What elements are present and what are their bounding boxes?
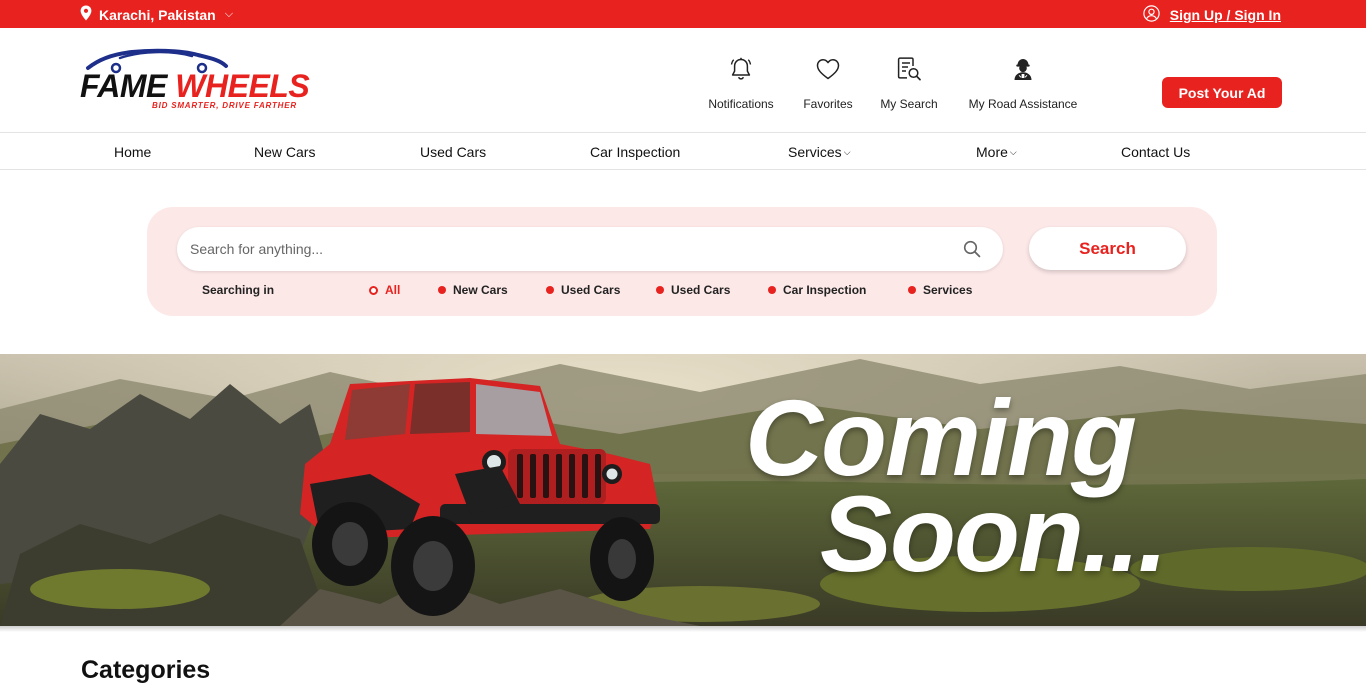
radio-selected-icon xyxy=(369,285,378,295)
chevron-down-icon: ⌵ xyxy=(843,146,851,157)
bell-icon xyxy=(728,56,754,82)
coming-soon-text: Coming Soon... xyxy=(745,384,1168,594)
logo-wordmark: FAME WHEELS xyxy=(80,68,310,104)
searching-in-label: Searching in xyxy=(202,283,275,297)
road-assistance-label: My Road Assistance xyxy=(968,97,1078,111)
nav-item-label: Used Cars xyxy=(420,144,487,160)
scope-option-used-cars[interactable]: Used Cars xyxy=(546,283,620,297)
search-button[interactable]: Search xyxy=(1029,227,1186,270)
user-circle-icon xyxy=(1143,5,1160,25)
radio-dot-icon xyxy=(438,286,446,294)
favorites-label: Favorites xyxy=(803,97,853,111)
nav-item-services[interactable]: Services ⌵ xyxy=(788,144,851,160)
fame-wheels-logo[interactable]: FAME WHEELS BID SMARTER, DRIVE FARTHER xyxy=(80,46,332,116)
radio-dot-icon xyxy=(908,286,916,294)
chevron-down-icon: ⌵ xyxy=(1009,146,1017,157)
post-your-ad-button[interactable]: Post Your Ad xyxy=(1162,77,1282,108)
nav-item-car-inspection[interactable]: Car Inspection xyxy=(590,144,680,160)
nav-item-label: New Cars xyxy=(254,144,316,160)
scope-option-label: All xyxy=(385,283,401,297)
nav-item-contact-us[interactable]: Contact Us xyxy=(1121,144,1190,160)
nav-item-label: Car Inspection xyxy=(590,144,681,160)
favorites-button[interactable]: Favorites xyxy=(802,56,854,111)
banner-shadow-divider xyxy=(0,626,1366,632)
radio-dot-icon xyxy=(546,286,554,294)
heart-icon xyxy=(815,56,841,82)
nav-item-label: Contact Us xyxy=(1121,144,1191,160)
my-search-label: My Search xyxy=(880,97,938,111)
scope-option-label: Services xyxy=(923,283,973,297)
logo-word-wheels: WHEELS xyxy=(175,68,310,104)
scope-option-used-cars-2[interactable]: Used Cars xyxy=(656,283,730,297)
nav-item-more[interactable]: More ⌵ xyxy=(976,144,1017,160)
location-label: Karachi, Pakistan xyxy=(99,6,216,23)
radio-dot-icon xyxy=(656,286,664,294)
header-actions: Notifications Favorites My Search My Roa… xyxy=(705,56,1080,111)
nav-item-label: Home xyxy=(114,144,152,160)
scope-option-car-inspection[interactable]: Car Inspection xyxy=(768,283,866,297)
nav-item-home[interactable]: Home xyxy=(114,144,151,160)
road-assistance-button[interactable]: My Road Assistance xyxy=(966,56,1080,111)
main-nav: Home New Cars Used Cars Car Inspection S… xyxy=(0,134,1366,170)
auth-area: Sign Up / Sign In xyxy=(1143,5,1281,25)
top-bar: Karachi, Pakistan ⌵ Sign Up / Sign In xyxy=(0,0,1366,28)
sign-up-sign-in-link[interactable]: Sign Up / Sign In xyxy=(1170,7,1281,23)
scope-option-label: Car Inspection xyxy=(783,283,867,297)
chevron-down-icon: ⌵ xyxy=(224,8,234,20)
scope-option-label: Used Cars xyxy=(671,283,731,297)
saved-search-icon xyxy=(896,56,922,82)
scope-option-new-cars[interactable]: New Cars xyxy=(438,283,508,297)
logo-tagline: BID SMARTER, DRIVE FARTHER xyxy=(152,101,297,110)
location-selector[interactable]: Karachi, Pakistan ⌵ xyxy=(80,5,233,24)
logo-word-fame: FAME xyxy=(80,68,167,104)
scope-option-all[interactable]: All xyxy=(369,283,400,297)
search-scope-filters: Searching in All New Cars Used Cars Used… xyxy=(147,283,1217,299)
scope-option-label: New Cars xyxy=(453,283,508,297)
radio-dot-icon xyxy=(768,286,776,294)
my-search-button[interactable]: My Search xyxy=(879,56,939,111)
notifications-button[interactable]: Notifications xyxy=(705,56,777,111)
nav-item-new-cars[interactable]: New Cars xyxy=(254,144,315,160)
notifications-label: Notifications xyxy=(708,97,774,111)
search-input[interactable] xyxy=(177,227,957,271)
site-header: FAME WHEELS BID SMARTER, DRIVE FARTHER N… xyxy=(0,28,1366,133)
search-box xyxy=(177,227,1003,271)
soon-line: Soon... xyxy=(820,473,1168,594)
scope-option-label: Used Cars xyxy=(561,283,621,297)
mechanic-icon xyxy=(1010,56,1036,82)
map-pin-icon xyxy=(80,5,92,24)
nav-item-used-cars[interactable]: Used Cars xyxy=(420,144,486,160)
nav-item-label: More xyxy=(976,144,1008,160)
categories-heading: Categories xyxy=(81,656,211,684)
search-icon[interactable] xyxy=(963,240,981,263)
scope-option-services[interactable]: Services xyxy=(908,283,972,297)
search-panel: Search Searching in All New Cars Used Ca… xyxy=(147,207,1217,316)
nav-item-label: Services xyxy=(788,144,842,160)
